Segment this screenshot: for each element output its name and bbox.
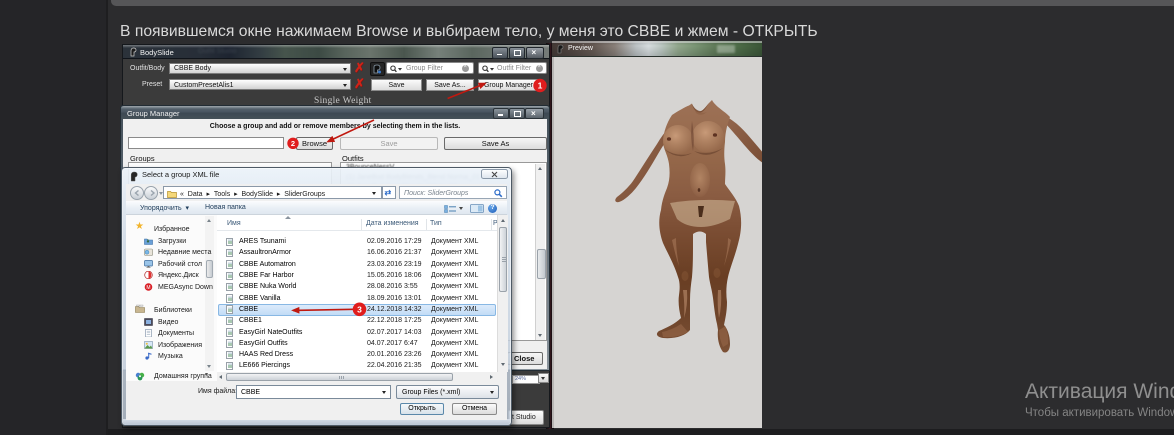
- svg-text:2: 2: [291, 139, 295, 148]
- svg-text:3: 3: [357, 304, 362, 314]
- svg-text:1: 1: [538, 81, 543, 91]
